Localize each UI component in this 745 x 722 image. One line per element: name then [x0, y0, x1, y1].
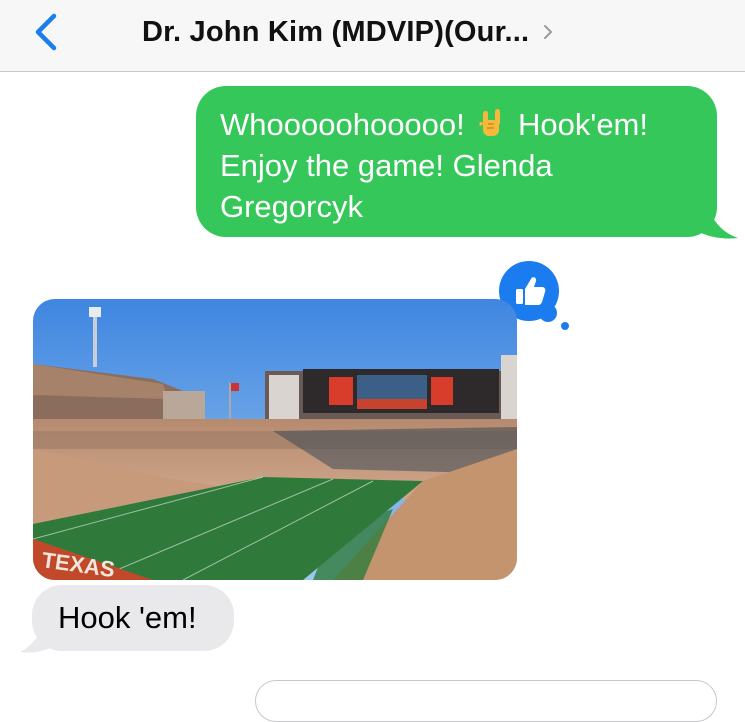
back-button[interactable]	[28, 10, 64, 54]
contact-name: Dr. John Kim (MDVIP)(Our...	[142, 15, 530, 48]
message-text: Hook 'em!	[58, 600, 197, 635]
contact-header[interactable]: Dr. John Kim (MDVIP)(Our...	[142, 12, 555, 52]
message-text: Whooooohooooo!	[220, 107, 465, 142]
sign-of-horns-emoji-icon	[479, 109, 501, 136]
chevron-right-icon	[544, 25, 553, 39]
chevron-left-icon	[35, 13, 57, 51]
sent-message-bubble[interactable]: Whooooohooooo! Hook'em! Enjoy the game! …	[196, 86, 717, 237]
stadium-image: TEXAS	[33, 299, 517, 580]
navigation-bar: Dr. John Kim (MDVIP)(Our...	[0, 0, 745, 72]
stadium-photo[interactable]: TEXAS	[33, 299, 517, 580]
received-message-bubble[interactable]: Hook 'em!	[32, 585, 234, 651]
message-input[interactable]	[255, 680, 717, 722]
